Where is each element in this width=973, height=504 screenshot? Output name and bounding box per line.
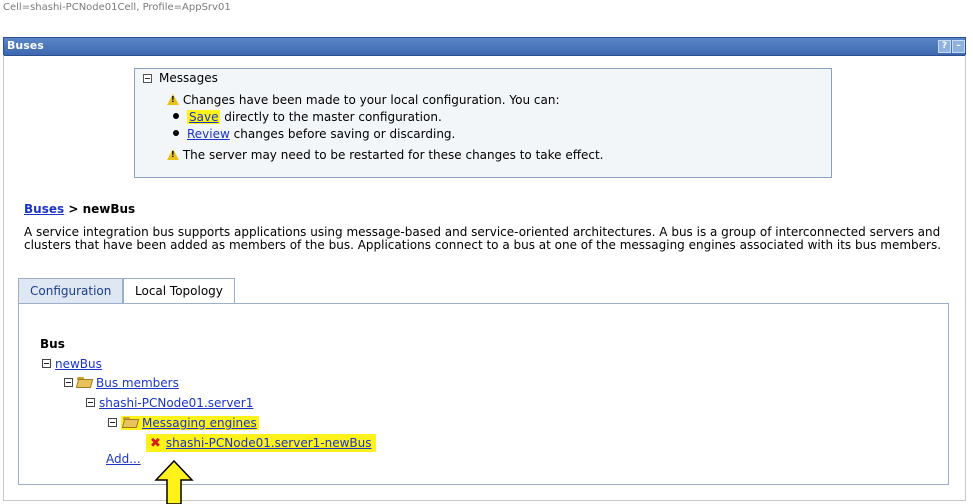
topology-heading: Bus <box>40 337 65 351</box>
breadcrumb-current: newBus <box>82 202 136 216</box>
message-line-save: Save directly to the master configuratio… <box>173 110 442 124</box>
review-link[interactable]: Review <box>187 127 230 141</box>
folder-open-icon <box>123 417 139 428</box>
bus-description: A service integration bus supports appli… <box>24 225 942 252</box>
tree-node-server: shashi-PCNode01.server1 <box>86 396 253 410</box>
add-link[interactable]: Add... <box>106 452 141 466</box>
tree-node-bus-members: Bus members <box>64 376 179 390</box>
bullet-icon <box>173 130 179 136</box>
bullet-icon <box>173 113 179 119</box>
collapse-icon[interactable] <box>86 398 95 407</box>
messages-box: Messages Changes have been made to your … <box>134 68 832 178</box>
collapse-icon[interactable] <box>42 359 51 368</box>
tree-node-bus: newBus <box>42 357 102 371</box>
cell-profile-label: Cell=shashi-PCNode01Cell, Profile=AppSrv… <box>3 2 231 13</box>
tab-local-topology[interactable]: Local Topology <box>123 278 235 304</box>
help-icon[interactable]: ? <box>938 40 951 53</box>
messaging-engines-link[interactable]: Messaging engines <box>142 416 257 430</box>
warning-icon <box>167 149 179 160</box>
messaging-engine-link[interactable]: shashi-PCNode01.server1-newBus <box>166 436 372 450</box>
tab-configuration[interactable]: Configuration <box>18 278 124 304</box>
portlet-titlebar: Buses ? – <box>3 37 966 56</box>
minimize-icon[interactable]: – <box>952 40 965 53</box>
breadcrumb: Buses > newBus <box>24 202 136 216</box>
tree-node-engine: ✖ shashi-PCNode01.server1-newBus <box>146 434 376 452</box>
topology-panel <box>18 303 949 485</box>
messages-title: Messages <box>159 71 218 85</box>
tree-node-add: Add... <box>106 452 141 466</box>
tree-node-messaging-engines: Messaging engines <box>108 416 259 430</box>
bus-link[interactable]: newBus <box>55 357 102 371</box>
error-x-icon: ✖ <box>150 436 161 451</box>
message-line-review: Review changes before saving or discardi… <box>173 127 455 141</box>
message-line-restart: The server may need to be restarted for … <box>167 148 604 162</box>
annotation-arrow-icon <box>154 460 194 504</box>
breadcrumb-buses-link[interactable]: Buses <box>24 202 64 216</box>
message-line-changes: Changes have been made to your local con… <box>167 93 560 107</box>
collapse-icon[interactable] <box>108 418 117 427</box>
collapse-icon[interactable] <box>64 378 73 387</box>
folder-open-icon <box>77 377 93 388</box>
warning-icon <box>167 94 179 105</box>
server-link[interactable]: shashi-PCNode01.server1 <box>99 396 253 410</box>
portlet-title: Buses <box>7 39 44 52</box>
save-link[interactable]: Save <box>189 110 218 124</box>
bus-members-link[interactable]: Bus members <box>96 376 179 390</box>
collapse-icon[interactable] <box>143 74 152 83</box>
